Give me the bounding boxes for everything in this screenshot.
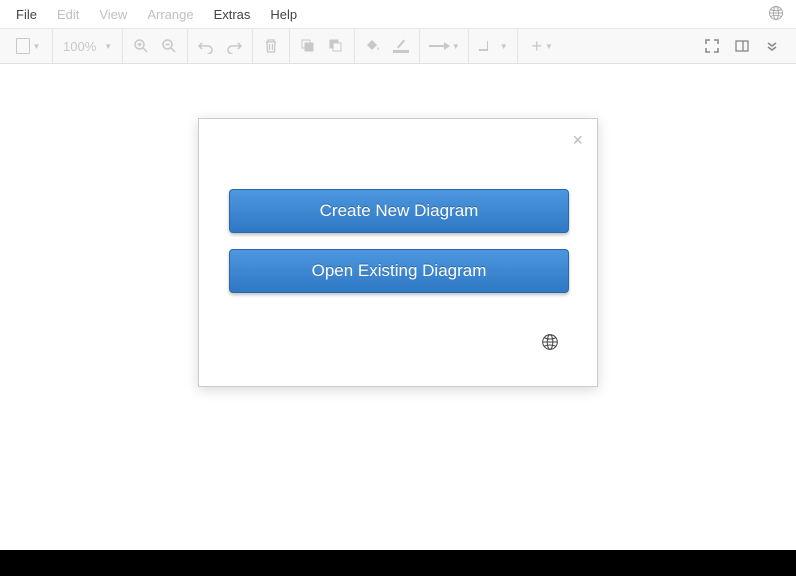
modal-overlay: × Create New Diagram Open Existing Diagr… [0,0,796,576]
close-icon: × [572,130,583,150]
close-button[interactable]: × [572,131,583,149]
open-existing-diagram-button[interactable]: Open Existing Diagram [229,249,569,293]
create-new-diagram-button[interactable]: Create New Diagram [229,189,569,233]
language-selector-modal[interactable] [541,333,559,356]
globe-icon [541,333,559,351]
splash-dialog: × Create New Diagram Open Existing Diagr… [198,118,598,387]
